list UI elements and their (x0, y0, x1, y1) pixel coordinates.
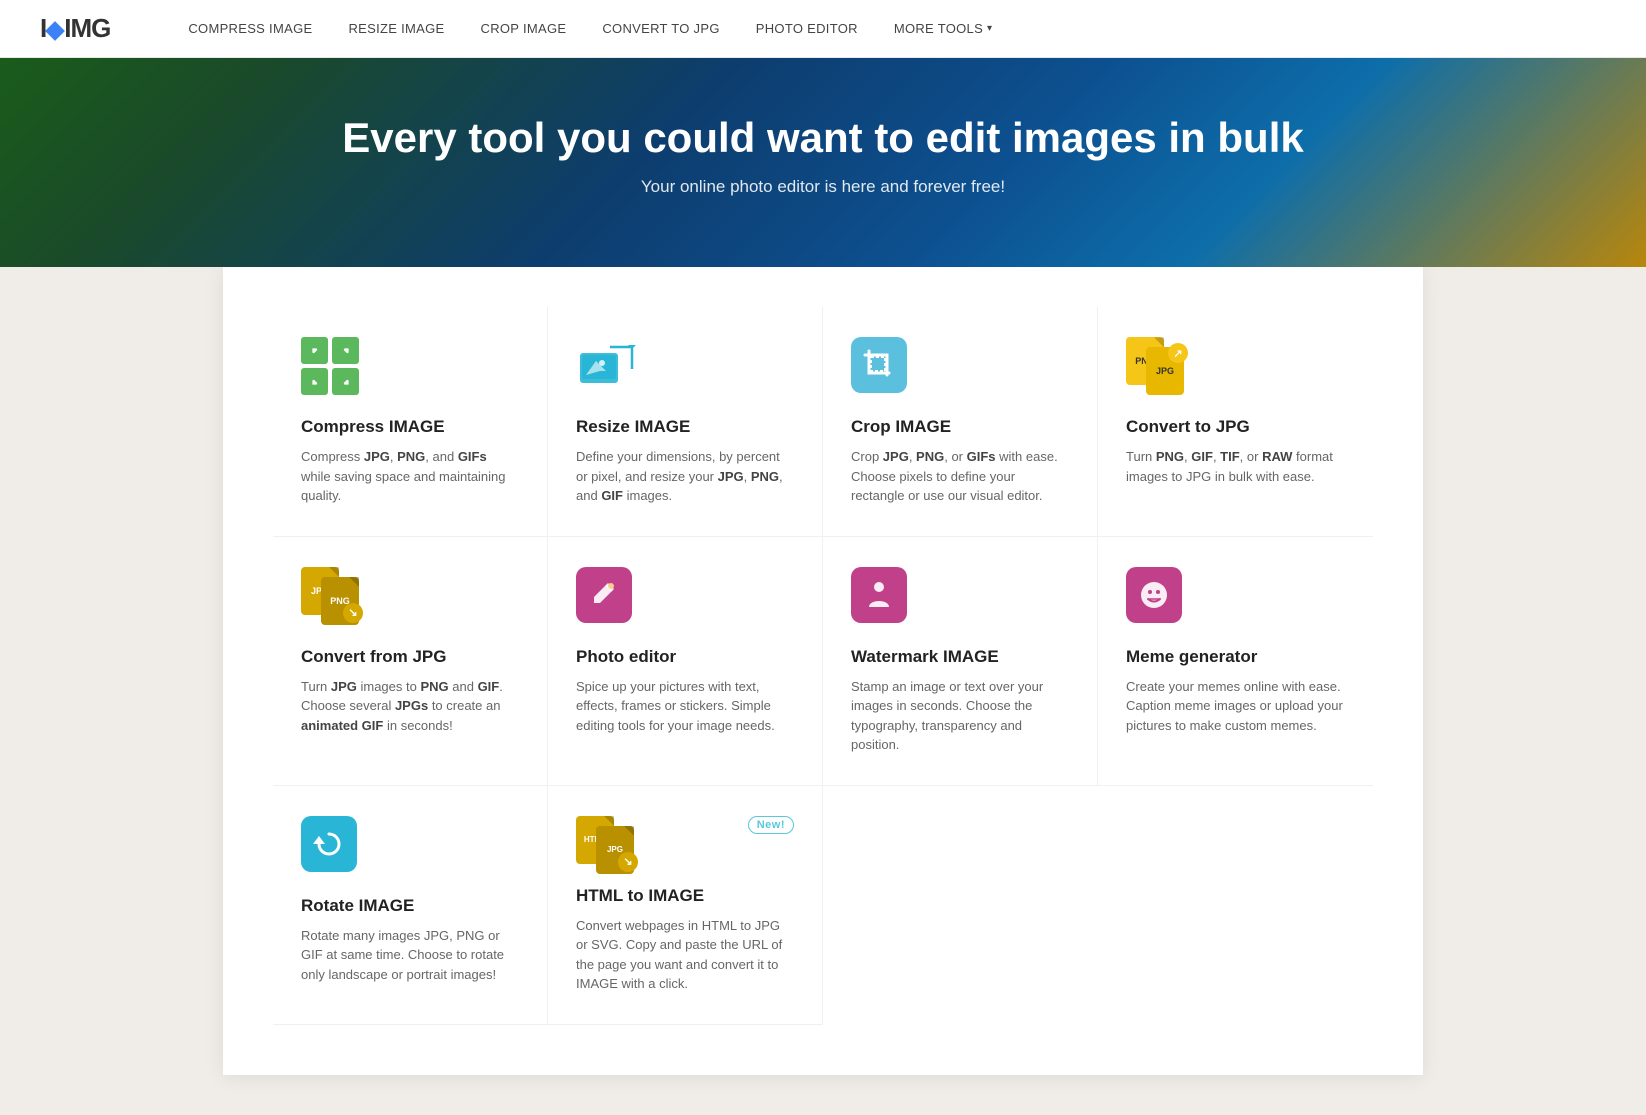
html-to-image-desc: Convert webpages in HTML to JPG or SVG. … (576, 916, 794, 994)
logo-text: IIMG (40, 13, 110, 44)
rotate-desc: Rotate many images JPG, PNG or GIF at sa… (301, 926, 519, 985)
compress-desc: Compress JPG, PNG, and GIFs while saving… (301, 447, 519, 506)
resize-name: Resize IMAGE (576, 417, 794, 437)
crop-icon (851, 337, 915, 401)
photo-editor-name: Photo editor (576, 647, 794, 667)
tools-container: Compress IMAGE Compress JPG, PNG, and GI… (223, 267, 1423, 1075)
tool-card-photo-editor[interactable]: Photo editor Spice up your pictures with… (548, 537, 823, 786)
meme-desc: Create your memes online with ease. Capt… (1126, 677, 1345, 736)
compress-name: Compress IMAGE (301, 417, 519, 437)
nav-compress-image[interactable]: COMPRESS IMAGE (188, 21, 312, 36)
tool-card-crop[interactable]: Crop IMAGE Crop JPG, PNG, or GIFs with e… (823, 307, 1098, 537)
meme-name: Meme generator (1126, 647, 1345, 667)
resize-desc: Define your dimensions, by percent or pi… (576, 447, 794, 506)
tool-card-meme[interactable]: Meme generator Create your memes online … (1098, 537, 1373, 786)
html-to-image-icon: HTML JPG ↘ (576, 816, 640, 880)
nav-photo-editor[interactable]: PHOTO EDITOR (756, 21, 858, 36)
nav-more-tools[interactable]: MORE TOOLS ▾ (894, 21, 993, 36)
convert-from-jpg-desc: Turn JPG images to PNG and GIF. Choose s… (301, 677, 519, 736)
new-badge: New! (748, 816, 794, 834)
crop-name: Crop IMAGE (851, 417, 1069, 437)
html-to-image-name: HTML to IMAGE (576, 886, 794, 906)
resize-icon (576, 337, 640, 401)
chevron-down-icon: ▾ (987, 23, 992, 34)
logo[interactable]: IIMG (40, 13, 110, 44)
nav-crop-image[interactable]: CROP IMAGE (481, 21, 567, 36)
tool-card-compress[interactable]: Compress IMAGE Compress JPG, PNG, and GI… (273, 307, 548, 537)
watermark-name: Watermark IMAGE (851, 647, 1069, 667)
hero-headline: Every tool you could want to edit images… (20, 113, 1626, 163)
photo-editor-icon (576, 567, 640, 631)
convert-to-jpg-icon: PNG JPG ↗ (1126, 337, 1190, 401)
convert-to-jpg-desc: Turn PNG, GIF, TIF, or RAW format images… (1126, 447, 1345, 486)
tool-card-watermark[interactable]: Watermark IMAGE Stamp an image or text o… (823, 537, 1098, 786)
convert-from-jpg-icon: JPG PNG ↘ (301, 567, 365, 631)
meme-icon (1126, 567, 1190, 631)
convert-from-jpg-name: Convert from JPG (301, 647, 519, 667)
watermark-icon (851, 567, 915, 631)
tools-grid: Compress IMAGE Compress JPG, PNG, and GI… (273, 307, 1373, 1025)
convert-to-jpg-name: Convert to JPG (1126, 417, 1345, 437)
main-nav: IIMG COMPRESS IMAGE RESIZE IMAGE CROP IM… (0, 0, 1646, 58)
tool-card-rotate[interactable]: Rotate IMAGE Rotate many images JPG, PNG… (273, 786, 548, 1025)
tool-card-resize[interactable]: Resize IMAGE Define your dimensions, by … (548, 307, 823, 537)
rotate-icon (301, 816, 365, 880)
hero-section: Every tool you could want to edit images… (0, 58, 1646, 267)
nav-convert-to-jpg[interactable]: CONVERT TO JPG (602, 21, 719, 36)
tool-card-convert-from-jpg[interactable]: JPG PNG ↘ Convert from JPG Turn JPG imag… (273, 537, 548, 786)
hero-subtext: Your online photo editor is here and for… (20, 177, 1626, 197)
nav-resize-image[interactable]: RESIZE IMAGE (348, 21, 444, 36)
tool-card-html-to-image[interactable]: HTML JPG ↘ New! HTML to IMAGE Co (548, 786, 823, 1025)
tool-card-convert-to-jpg[interactable]: PNG JPG ↗ Convert to JPG Turn PNG, GIF, … (1098, 307, 1373, 537)
watermark-desc: Stamp an image or text over your images … (851, 677, 1069, 755)
rotate-name: Rotate IMAGE (301, 896, 519, 916)
crop-desc: Crop JPG, PNG, or GIFs with ease. Choose… (851, 447, 1069, 506)
photo-editor-desc: Spice up your pictures with text, effect… (576, 677, 794, 736)
compress-icon (301, 337, 365, 401)
